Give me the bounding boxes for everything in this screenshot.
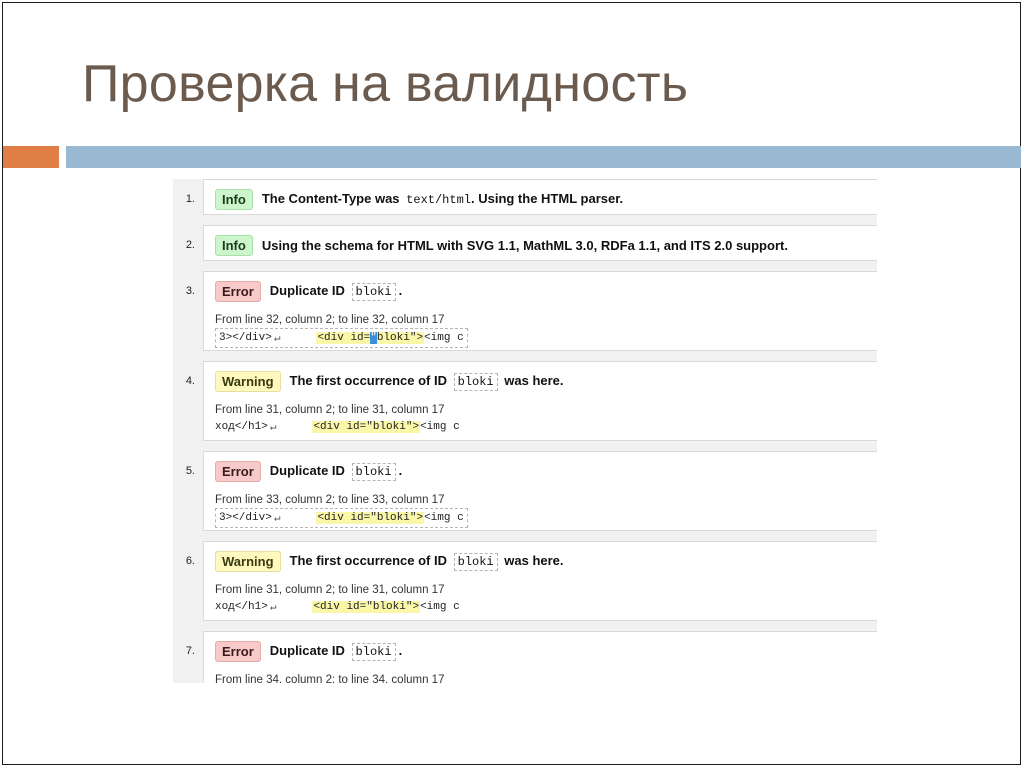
extract-highlight: <div id="bloki"> [312, 601, 421, 613]
extract-post: <img c [424, 332, 464, 344]
message-header: Warning The first occurrence of ID bloki… [215, 370, 564, 392]
message-header: Error Duplicate ID bloki. [215, 640, 403, 662]
message-header: Error Duplicate ID bloki. [215, 460, 403, 482]
message-number: 7. [185, 645, 195, 657]
message-number: 4. [185, 375, 195, 387]
message-box: Error Duplicate ID bloki. From line 34, … [203, 631, 877, 683]
message-box: Info The Content-Type was text/html. Usi… [203, 179, 877, 215]
message-header: Warning The first occurrence of ID bloki… [215, 550, 564, 572]
extract-highlight-start: <div id= [317, 332, 371, 344]
extract-highlight: <div id="bloki"> [316, 512, 425, 524]
message-box: Warning The first occurrence of ID bloki… [203, 361, 877, 441]
message-text: The first occurrence of ID bloki was her… [289, 373, 564, 391]
message-code: bloki [351, 283, 396, 301]
accent-bar-orange [3, 146, 59, 168]
message-location: From line 34, column 2; to line 34, colu… [215, 674, 445, 683]
message-text-after: . Using the HTML parser. [470, 191, 624, 206]
extract-post: <img c [420, 421, 460, 433]
message-code: bloki [453, 373, 498, 391]
error-badge: Error [215, 280, 261, 302]
message-text-main: Duplicate ID [269, 283, 345, 298]
message-code: bloki [453, 553, 498, 571]
message-text: The first occurrence of ID bloki was her… [289, 553, 564, 571]
warning-badge: Warning [215, 550, 281, 572]
message-text-main: The first occurrence of ID [289, 553, 447, 568]
slide-title: Проверка на валидность [82, 55, 689, 113]
message-text: Duplicate ID bloki. [269, 283, 403, 301]
message-location: From line 31, column 2; to line 31, colu… [215, 584, 445, 596]
message-text-main: The Content-Type was [261, 191, 400, 206]
message-number: 5. [185, 465, 195, 477]
message-text-main: Duplicate ID [269, 643, 345, 658]
message-code: bloki [351, 643, 396, 661]
message-location: From line 33, column 2; to line 33, colu… [215, 494, 445, 506]
newline-icon: ↵ [273, 513, 281, 525]
extract-highlight: <div id="bloki"> [312, 421, 421, 433]
message-text: The Content-Type was text/html. Using th… [262, 191, 623, 207]
message-header: Info The Content-Type was text/html. Usi… [215, 188, 623, 210]
message-text: Duplicate ID bloki. [269, 463, 403, 481]
code-extract: 3></div> ↵ <div id="bloki"> <img c [215, 508, 468, 528]
message-text-after: . [398, 283, 403, 298]
newline-icon: ↵ [269, 422, 277, 434]
message-number: 2. [185, 239, 195, 251]
error-badge: Error [215, 640, 261, 662]
extract-highlight: <div id="bloki"> [316, 332, 425, 344]
extract-caret: " [370, 332, 377, 344]
message-code: text/html [406, 193, 471, 207]
message-header: Info Using the schema for HTML with SVG … [215, 234, 788, 256]
validator-screenshot: 1. Info The Content-Type was text/html. … [173, 179, 877, 683]
message-text: Duplicate ID bloki. [269, 643, 403, 661]
message-item: 7. Error Duplicate ID bloki. From line 3… [173, 631, 877, 683]
code-extract: ход</h1> ↵ <div id="bloki"> <img c [215, 418, 460, 436]
message-text-main: Duplicate ID [269, 463, 345, 478]
message-text-after: was here. [504, 553, 564, 568]
message-text-after: . [398, 643, 403, 658]
extract-pre: 3></div> [219, 512, 272, 524]
info-badge: Info [215, 188, 253, 210]
extract-pre: ход</h1> [215, 421, 268, 433]
message-code: bloki [351, 463, 396, 481]
message-header: Error Duplicate ID bloki. [215, 280, 403, 302]
message-text-main: The first occurrence of ID [289, 373, 447, 388]
message-text: Using the schema for HTML with SVG 1.1, … [261, 237, 788, 253]
info-badge: Info [215, 234, 253, 256]
message-box: Error Duplicate ID bloki. From line 33, … [203, 451, 877, 531]
extract-pre: ход</h1> [215, 601, 268, 613]
extract-highlight-end: bloki"> [376, 332, 424, 344]
code-extract: 3></div> ↵ <div id="bloki"> <img c [215, 328, 468, 348]
code-extract: ход</h1> ↵ <div id="bloki"> <img c [215, 598, 460, 616]
error-badge: Error [215, 460, 261, 482]
message-number: 1. [185, 193, 195, 205]
message-item: 5. Error Duplicate ID bloki. From line 3… [173, 451, 877, 531]
accent-bar-blue [66, 146, 1021, 168]
message-item: 2. Info Using the schema for HTML with S… [173, 225, 877, 261]
newline-icon: ↵ [273, 333, 281, 345]
message-text-after: . [398, 463, 403, 478]
message-list: 1. Info The Content-Type was text/html. … [173, 179, 877, 683]
message-number: 6. [185, 555, 195, 567]
message-item: 6. Warning The first occurrence of ID bl… [173, 541, 877, 621]
message-number: 3. [185, 285, 195, 297]
message-box: Info Using the schema for HTML with SVG … [203, 225, 877, 261]
message-item: 4. Warning The first occurrence of ID bl… [173, 361, 877, 441]
message-item: 3. Error Duplicate ID bloki. From line 3… [173, 271, 877, 351]
warning-badge: Warning [215, 370, 281, 392]
extract-pre: 3></div> [219, 332, 272, 344]
message-box: Warning The first occurrence of ID bloki… [203, 541, 877, 621]
message-text-after: was here. [504, 373, 564, 388]
message-item: 1. Info The Content-Type was text/html. … [173, 179, 877, 215]
newline-icon: ↵ [269, 602, 277, 614]
message-location: From line 32, column 2; to line 32, colu… [215, 314, 445, 326]
extract-post: <img c [420, 601, 460, 613]
message-box: Error Duplicate ID bloki. From line 32, … [203, 271, 877, 351]
extract-post: <img c [424, 512, 464, 524]
message-location: From line 31, column 2; to line 31, colu… [215, 404, 445, 416]
